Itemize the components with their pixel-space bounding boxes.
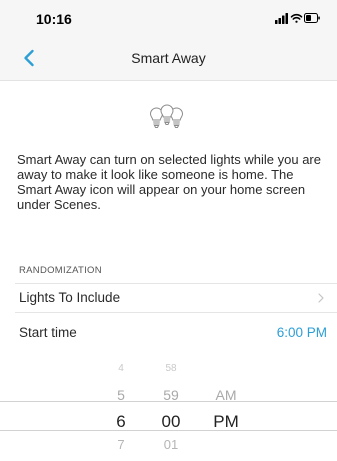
picker-ampm-option[interactable]: AM	[208, 387, 244, 403]
light-bulbs-icon	[149, 104, 186, 137]
row-divider	[15, 312, 337, 313]
status-bar: 10:16	[0, 0, 337, 36]
battery-icon	[304, 13, 320, 23]
picker-minute-option[interactable]: 59	[153, 387, 189, 403]
picker-hour-option[interactable]: 4	[104, 364, 138, 374]
lights-to-include-row[interactable]: Lights To Include	[0, 283, 337, 313]
picker-minute-selected[interactable]: 00	[153, 412, 189, 432]
picker-hour-option[interactable]: 5	[104, 387, 138, 403]
picker-minute-option[interactable]: 58	[153, 364, 189, 374]
lights-to-include-label: Lights To Include	[19, 290, 121, 305]
nav-bar: Smart Away	[0, 36, 337, 81]
signal-icon	[275, 13, 288, 24]
picker-minute-option[interactable]: 01	[153, 437, 189, 452]
start-time-label: Start time	[19, 325, 77, 340]
time-picker[interactable]: 4 5 6 7 58 59 00 01 AM PM	[0, 355, 337, 461]
status-icons	[275, 12, 321, 24]
picker-hour-selected[interactable]: 6	[104, 412, 138, 432]
picker-hour-option[interactable]: 7	[104, 437, 138, 452]
row-divider	[15, 283, 337, 284]
description-text: Smart Away can turn on selected lights w…	[17, 152, 321, 212]
chevron-right-icon	[318, 293, 324, 303]
status-time: 10:16	[36, 11, 72, 27]
start-time-row[interactable]: Start time 6:00 PM	[0, 318, 337, 348]
start-time-value[interactable]: 6:00 PM	[277, 325, 327, 340]
wifi-icon	[290, 13, 303, 23]
picker-ampm-selected[interactable]: PM	[208, 412, 244, 432]
section-header-randomization: RANDOMIZATION	[19, 265, 102, 276]
page-title: Smart Away	[131, 50, 206, 66]
